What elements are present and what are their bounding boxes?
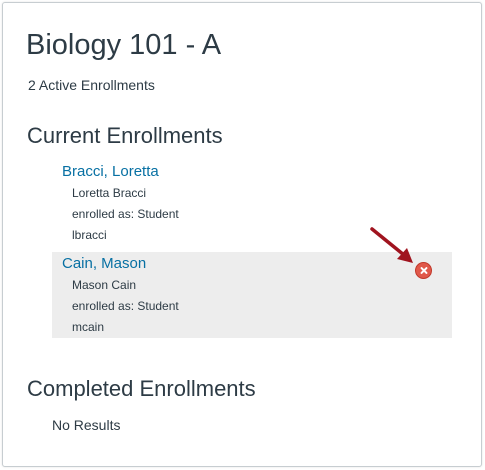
user-link-bracci[interactable]: Bracci, Loretta [62, 162, 452, 182]
user-login: lbracci [72, 228, 107, 242]
active-enrollment-count: 2 Active Enrollments [28, 77, 155, 93]
enrollment-role: enrolled as: Student [72, 299, 179, 313]
no-results-text: No Results [52, 417, 121, 433]
course-title: Biology 101 - A [26, 29, 222, 61]
enrollment-item-highlighted: Cain, Mason Mason Cain enrolled as: Stud… [52, 252, 452, 338]
user-link-cain[interactable]: Cain, Mason [62, 254, 452, 274]
remove-enrollment-icon[interactable] [415, 262, 432, 279]
user-full-name: Loretta Bracci [72, 186, 147, 200]
enrollment-role: enrolled as: Student [72, 207, 179, 221]
current-enrollments-heading: Current Enrollments [27, 123, 223, 148]
user-full-name: Mason Cain [72, 278, 137, 292]
user-login: mcain [72, 320, 105, 334]
enrollment-item: Bracci, Loretta Loretta Bracci enrolled … [52, 160, 452, 248]
completed-enrollments-heading: Completed Enrollments [27, 376, 256, 401]
